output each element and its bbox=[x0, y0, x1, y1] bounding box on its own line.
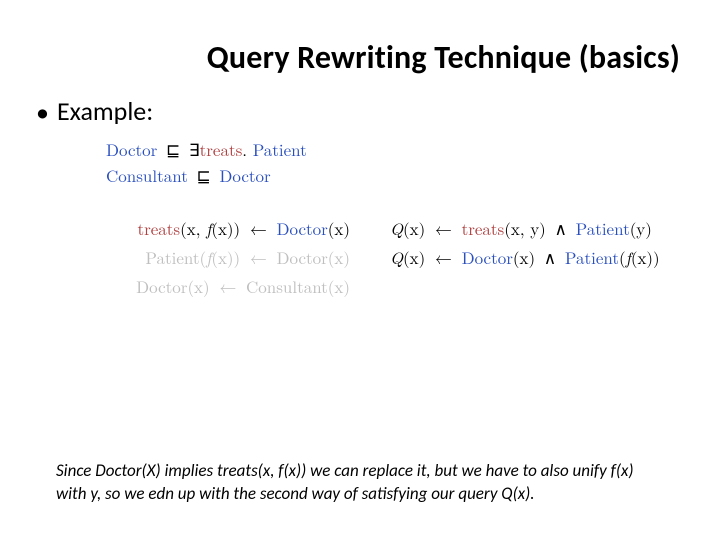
rule-3-head: Doctor bbox=[136, 274, 187, 298]
rule-1-body: Doctor bbox=[277, 216, 328, 240]
q1-role: treats bbox=[462, 216, 505, 240]
dot-icon: . bbox=[242, 137, 247, 161]
axiom-1-role: treats bbox=[200, 137, 243, 161]
slide-title: Query Rewriting Technique (basics) bbox=[36, 38, 680, 77]
q2-cargs2-close: (x)) bbox=[631, 245, 660, 269]
left-arrow-icon: ← bbox=[431, 245, 456, 269]
axiom-2: Consultant ⊑ Doctor bbox=[106, 163, 684, 189]
axiom-2-lhs: Consultant bbox=[106, 163, 188, 187]
q2-q: Q bbox=[390, 245, 403, 269]
rule-3-body-args: (x) bbox=[328, 274, 350, 298]
queries-column: Q(x) ← treats(x, y) ∧ Patient(y) Q(x) ← … bbox=[390, 214, 660, 301]
axiom-2-rhs: Doctor bbox=[219, 163, 270, 187]
and-icon: ∧ bbox=[541, 245, 559, 269]
subsume-icon: ⊑ bbox=[193, 163, 213, 187]
q2-cargs1: (x) bbox=[513, 245, 535, 269]
rule-1-args-open: (x, bbox=[180, 216, 206, 240]
q1-concept: Patient bbox=[576, 216, 630, 240]
bullet-label: Example: bbox=[57, 95, 153, 127]
q1-cargs: (y) bbox=[630, 216, 652, 240]
slide: Query Rewriting Technique (basics) • Exa… bbox=[0, 0, 720, 540]
rule-3-body: Consultant bbox=[246, 274, 328, 298]
rule-2: Patient(f(x)) ← Doctor(x) bbox=[90, 243, 350, 272]
rule-2-body: Doctor bbox=[277, 245, 328, 269]
left-arrow-icon: ← bbox=[246, 216, 271, 240]
rule-1-head-role: treats bbox=[137, 216, 180, 240]
rule-3: Doctor(x) ← Consultant(x) bbox=[90, 272, 350, 301]
q2-concept1: Doctor bbox=[462, 245, 513, 269]
q1-q: Q bbox=[390, 216, 403, 240]
footnote-text: Since Doctor(X) implies treats(x, f(x)) … bbox=[56, 460, 664, 506]
query-1: Q(x) ← treats(x, y) ∧ Patient(y) bbox=[390, 214, 660, 243]
rule-1-args-close: (x)) bbox=[211, 216, 240, 240]
example-bullet: • Example: bbox=[36, 95, 684, 127]
rule-2-args-close: (x)) bbox=[211, 245, 240, 269]
rule-2-head: Patient bbox=[145, 245, 199, 269]
bullet-dot-icon: • bbox=[36, 99, 49, 125]
rules-column: treats(x, f(x)) ← Doctor(x) Patient(f(x)… bbox=[90, 214, 350, 301]
subsume-icon: ⊑ bbox=[163, 137, 183, 161]
rule-3-args: (x) bbox=[187, 274, 209, 298]
q1-roleargs: (x, y) bbox=[504, 216, 546, 240]
q2-cargs2-open: ( bbox=[619, 245, 626, 269]
q2-concept2: Patient bbox=[565, 245, 619, 269]
axiom-1: Doctor ⊑ ∃treats. Patient bbox=[106, 137, 684, 163]
axiom-1-rhs: Patient bbox=[253, 137, 307, 161]
and-icon: ∧ bbox=[551, 216, 569, 240]
q1-qargs: (x) bbox=[403, 216, 425, 240]
query-2: Q(x) ← Doctor(x) ∧ Patient(f(x)) bbox=[390, 243, 660, 272]
rule-1: treats(x, f(x)) ← Doctor(x) bbox=[90, 214, 350, 243]
axiom-1-lhs: Doctor bbox=[106, 137, 157, 161]
left-arrow-icon: ← bbox=[215, 274, 240, 298]
rules-and-queries: treats(x, f(x)) ← Doctor(x) Patient(f(x)… bbox=[90, 214, 684, 301]
axiom-block: Doctor ⊑ ∃treats. Patient Consultant ⊑ D… bbox=[106, 137, 684, 188]
exists-icon: ∃ bbox=[189, 137, 200, 161]
q2-qargs: (x) bbox=[403, 245, 425, 269]
rule-1-body-args: (x) bbox=[328, 216, 350, 240]
rule-2-body-args: (x) bbox=[328, 245, 350, 269]
left-arrow-icon: ← bbox=[431, 216, 456, 240]
left-arrow-icon: ← bbox=[246, 245, 271, 269]
